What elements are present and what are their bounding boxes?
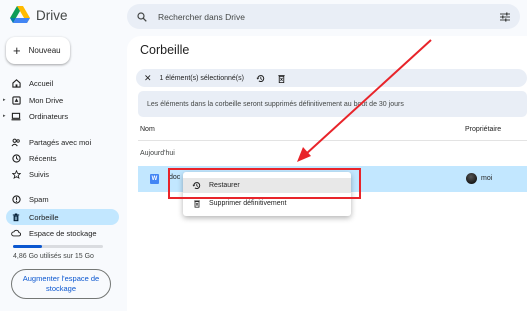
sidebar-item-trash[interactable]: Corbeille [6, 209, 119, 225]
home-icon [11, 78, 21, 88]
trash-info-banner: Les éléments dans la corbeille seront su… [138, 91, 527, 117]
search-bar[interactable]: Rechercher dans Drive [127, 4, 520, 29]
sidebar-item-label: Accueil [29, 78, 54, 88]
page-title: Corbeille [140, 43, 190, 57]
upgrade-storage-button[interactable]: Augmenter l'espace de stockage [11, 269, 111, 299]
storage-progress-bar [13, 245, 103, 248]
annotation-highlight-box [168, 168, 361, 199]
search-icon[interactable] [137, 11, 147, 22]
sidebar-item-home[interactable]: Accueil [0, 76, 53, 90]
caret-right-icon[interactable]: ▸ [3, 97, 8, 103]
column-header-name[interactable]: Nom [140, 126, 155, 133]
restore-icon[interactable] [256, 74, 265, 83]
storage-progress-fill [13, 245, 42, 248]
sidebar-item-storage[interactable]: Espace de stockage [0, 226, 97, 240]
selection-count: 1 élément(s) sélectionné(s) [159, 74, 244, 82]
clock-icon [11, 153, 21, 163]
delete-forever-icon[interactable] [277, 74, 286, 83]
search-options-icon[interactable] [500, 12, 510, 22]
group-label-today: Aujourd'hui [140, 150, 175, 157]
star-icon [11, 169, 21, 179]
new-button-label: Nouveau [28, 46, 61, 55]
sidebar-item-starred[interactable]: Suivis [0, 167, 49, 181]
selection-toolbar: ✕ 1 élément(s) sélectionné(s) [136, 69, 527, 87]
sidebar-item-my-drive[interactable]: ▸ Mon Drive [0, 93, 63, 107]
sidebar-item-label: Mon Drive [29, 95, 64, 105]
app-name: Drive [36, 7, 68, 23]
sidebar-item-shared[interactable]: Partagés avec moi [0, 135, 91, 149]
trash-icon [11, 212, 21, 222]
avatar [466, 173, 477, 184]
sidebar-item-label: Spam [29, 194, 49, 204]
delete-forever-icon [192, 199, 201, 208]
computer-icon [11, 111, 21, 121]
column-header-owner[interactable]: Propriétaire [465, 126, 501, 133]
sidebar-item-label: Ordinateurs [29, 111, 69, 121]
sidebar-item-label: Récents [29, 153, 57, 163]
drive-logo-icon [10, 6, 30, 23]
my-drive-icon [11, 95, 21, 105]
word-doc-icon: W [150, 174, 159, 184]
drive-logo[interactable]: Drive [10, 6, 68, 24]
menu-item-label: Supprimer définitivement [209, 200, 287, 207]
sidebar-item-label: Espace de stockage [29, 228, 97, 238]
close-selection-icon[interactable]: ✕ [144, 73, 152, 84]
sidebar-item-spam[interactable]: Spam [0, 192, 49, 206]
cloud-icon [11, 228, 21, 238]
new-button[interactable]: + Nouveau [6, 37, 70, 64]
sidebar-item-computers[interactable]: ▸ Ordinateurs [0, 109, 68, 123]
sidebar-item-recent[interactable]: Récents [0, 151, 57, 165]
sidebar-item-label: Suivis [29, 169, 50, 179]
storage-usage-text: 4,86 Go utilisés sur 15 Go [13, 253, 94, 260]
header-divider [138, 140, 527, 141]
sidebar-item-label: Corbeille [29, 212, 59, 222]
people-icon [11, 137, 21, 147]
caret-right-icon[interactable]: ▸ [3, 113, 8, 119]
spam-icon [11, 194, 21, 204]
sidebar-item-label: Partagés avec moi [29, 137, 92, 147]
file-owner: moi [481, 175, 493, 182]
search-input[interactable]: Rechercher dans Drive [158, 12, 500, 22]
plus-icon: + [13, 43, 21, 58]
